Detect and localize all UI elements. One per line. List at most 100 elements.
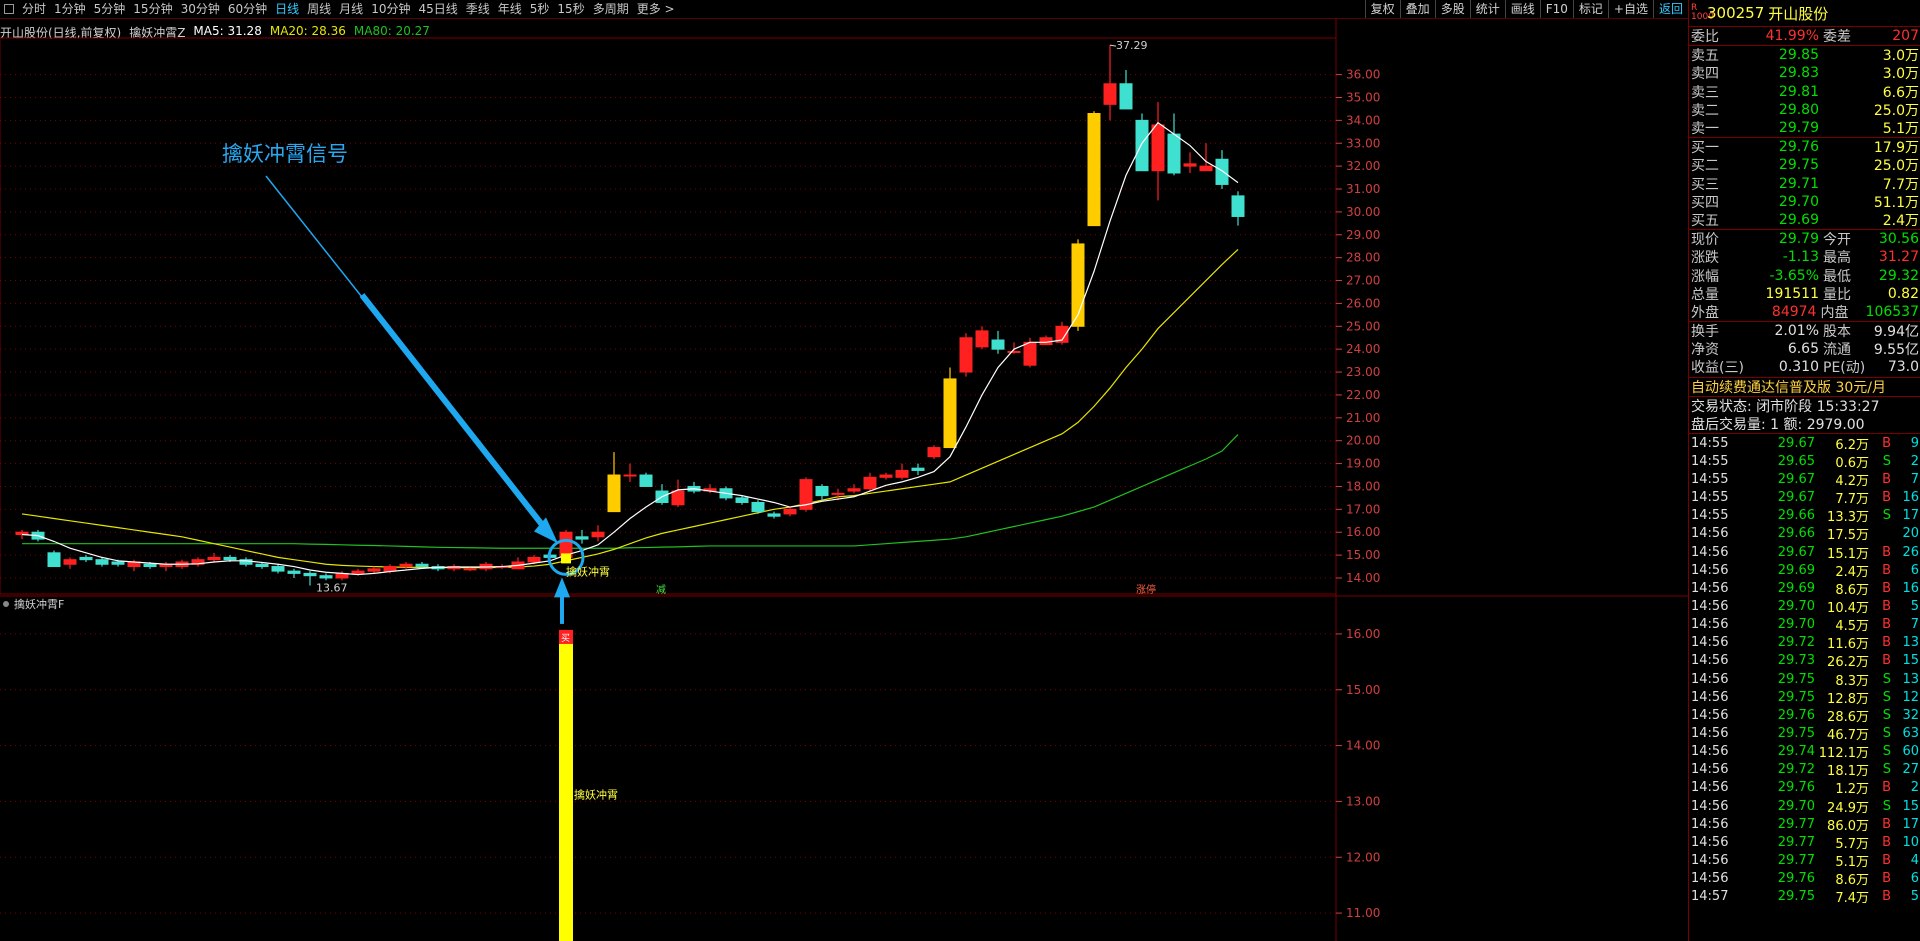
candle-body[interactable] xyxy=(1119,83,1133,110)
stat-label-2: 今开 xyxy=(1823,232,1851,249)
stat-value-2: 29.32 xyxy=(1878,267,1919,284)
asks-label: 卖四 xyxy=(1691,66,1719,83)
candle-body[interactable] xyxy=(399,563,413,568)
period-tab-16[interactable]: 更多 > xyxy=(633,0,679,18)
candle-body[interactable] xyxy=(351,570,365,574)
candle-body[interactable] xyxy=(1151,124,1165,172)
candle-body[interactable] xyxy=(671,490,685,506)
candle-body[interactable] xyxy=(959,337,973,373)
period-tab-3[interactable]: 15分钟 xyxy=(129,0,176,18)
candle-body[interactable] xyxy=(1231,195,1245,217)
candle-body[interactable] xyxy=(415,563,429,568)
candle-body[interactable] xyxy=(15,531,29,536)
candle-body[interactable] xyxy=(911,467,925,471)
period-tab-1[interactable]: 1分钟 xyxy=(50,0,90,18)
candle-body[interactable] xyxy=(303,572,317,577)
period-tab-7[interactable]: 周线 xyxy=(303,0,335,18)
stat2-value: 2.01% xyxy=(1774,323,1819,340)
candle-body[interactable] xyxy=(927,447,941,458)
candle-body[interactable] xyxy=(463,568,477,571)
candle-body[interactable] xyxy=(223,556,237,561)
candle-body[interactable] xyxy=(1167,133,1181,174)
candle-body[interactable] xyxy=(847,488,861,492)
candle-body[interactable] xyxy=(975,330,989,348)
sub-chart-toggle-icon[interactable] xyxy=(3,601,9,607)
candle-body[interactable] xyxy=(767,513,781,517)
period-tab-13[interactable]: 5秒 xyxy=(526,0,554,18)
candle-body[interactable] xyxy=(751,501,765,513)
toolbar-button-7[interactable]: +自选 xyxy=(1607,0,1653,18)
candle-body[interactable] xyxy=(207,556,221,561)
candle-body[interactable] xyxy=(623,474,637,477)
candle-body[interactable] xyxy=(367,568,381,572)
period-tab-14[interactable]: 15秒 xyxy=(553,0,588,18)
candle-body[interactable] xyxy=(1215,158,1229,185)
candle-body[interactable] xyxy=(63,559,77,565)
candle-body[interactable] xyxy=(527,556,541,563)
candle-body[interactable] xyxy=(783,508,797,515)
candle-body[interactable] xyxy=(319,575,333,579)
period-tab-15[interactable]: 多周期 xyxy=(589,0,633,18)
toolbar-button-4[interactable]: 画线 xyxy=(1504,0,1540,18)
asks-label: 卖三 xyxy=(1691,84,1719,101)
candle-body[interactable] xyxy=(1183,163,1197,167)
period-tab-0[interactable]: 分时 xyxy=(18,0,50,18)
period-tab-10[interactable]: 45日线 xyxy=(414,0,461,18)
candle-body[interactable] xyxy=(879,474,893,478)
candle-body[interactable] xyxy=(735,497,749,503)
period-tab-6[interactable]: 日线 xyxy=(271,0,303,18)
period-tab-9[interactable]: 10分钟 xyxy=(367,0,414,18)
ma5-line xyxy=(21,121,1239,576)
stat-value-2: 31.27 xyxy=(1878,249,1919,266)
toolbar-button-5[interactable]: F10 xyxy=(1539,0,1573,18)
candle-body[interactable] xyxy=(991,339,1005,350)
promo-text[interactable]: 自动续费通达信普及版 30元/月 xyxy=(1691,377,1886,397)
candle-body[interactable] xyxy=(639,474,653,487)
candle-body[interactable] xyxy=(79,556,93,561)
toolbar-button-6[interactable]: 标记 xyxy=(1572,0,1608,18)
candle-body[interactable] xyxy=(287,570,301,574)
tick-time: 14:56 xyxy=(1691,653,1729,669)
candle-body[interactable] xyxy=(47,552,61,568)
period-tab-8[interactable]: 月线 xyxy=(335,0,367,18)
candle-body[interactable] xyxy=(815,485,829,497)
candle-body[interactable] xyxy=(863,476,877,490)
candle-body[interactable] xyxy=(1007,350,1021,353)
stat-label: 涨幅 xyxy=(1691,268,1719,285)
candle-body[interactable] xyxy=(1199,165,1213,172)
candle-body[interactable] xyxy=(271,566,285,572)
grid-toggle-icon[interactable] xyxy=(4,4,14,14)
tick-price: 29.67 xyxy=(1777,544,1815,560)
tick-volume: 15.1万 xyxy=(1827,546,1869,562)
candle-body[interactable] xyxy=(895,469,909,478)
toolbar-button-1[interactable]: 叠加 xyxy=(1399,0,1435,18)
period-tab-11[interactable]: 季线 xyxy=(462,0,494,18)
candle-body[interactable] xyxy=(591,531,605,538)
candle-body[interactable] xyxy=(1135,119,1149,172)
period-tab-5[interactable]: 60分钟 xyxy=(224,0,271,18)
candle-body[interactable] xyxy=(143,563,157,568)
period-tab-4[interactable]: 30分钟 xyxy=(177,0,224,18)
candle-body[interactable] xyxy=(575,536,589,540)
candle-body[interactable] xyxy=(255,563,269,568)
toolbar-button-0[interactable]: 复权 xyxy=(1364,0,1400,18)
period-tab-12[interactable]: 年线 xyxy=(494,0,526,18)
candle-body[interactable] xyxy=(95,559,109,565)
toolbar-button-2[interactable]: 多股 xyxy=(1434,0,1470,18)
candle-body[interactable] xyxy=(111,561,125,565)
tick-side: S xyxy=(1882,744,1891,760)
candle-body[interactable] xyxy=(943,378,957,449)
candle-body[interactable] xyxy=(1023,341,1037,366)
promo-row[interactable]: 自动续费通达信普及版 30元/月 xyxy=(1689,378,1920,396)
candle-body[interactable] xyxy=(383,566,397,572)
candle-body[interactable] xyxy=(1087,113,1101,227)
candle-body[interactable] xyxy=(1103,83,1117,105)
candle-body[interactable] xyxy=(607,474,621,513)
toolbar-button-3[interactable]: 统计 xyxy=(1469,0,1505,18)
signal-label: 擒妖冲霄 xyxy=(566,564,610,578)
tick-list[interactable]: 14:55 29.67 6.2万 B 9 14:55 29.65 0.6万 S 2 14:55 29.… xyxy=(1689,434,1920,907)
candle-body[interactable] xyxy=(831,492,845,495)
period-tab-2[interactable]: 5分钟 xyxy=(90,0,130,18)
kline-chart[interactable]: 14.00 15.00 16.00 17.00 18.00 19.00 20.00 21.00… xyxy=(0,19,1688,941)
toolbar-button-8[interactable]: 返回 xyxy=(1652,0,1688,18)
